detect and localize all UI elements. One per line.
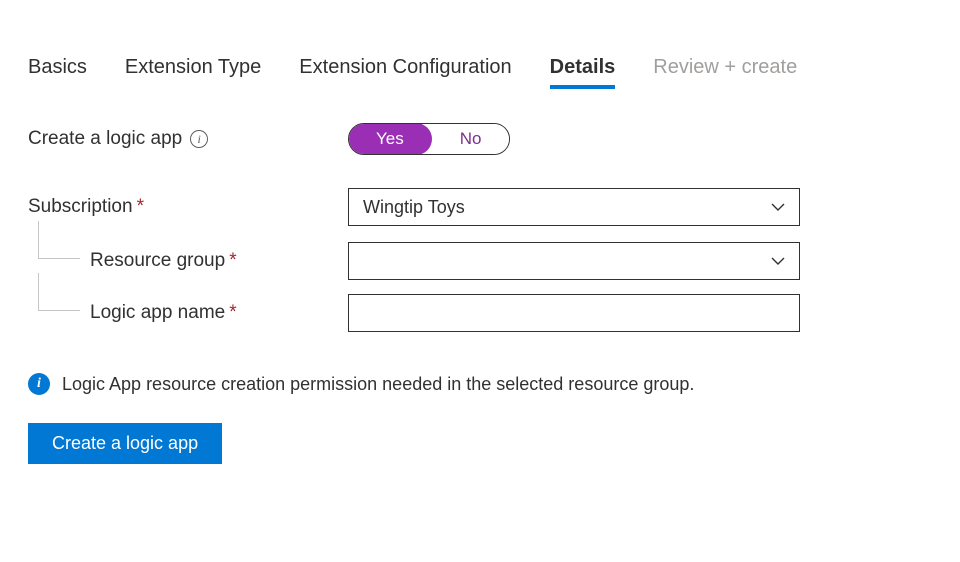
tab-basics[interactable]: Basics bbox=[28, 55, 87, 89]
info-message-bar: i Logic App resource creation permission… bbox=[28, 373, 932, 395]
dropdown-subscription[interactable]: Wingtip Toys bbox=[348, 188, 800, 226]
required-asterisk: * bbox=[137, 196, 144, 217]
create-logic-app-button[interactable]: Create a logic app bbox=[28, 423, 222, 464]
dropdown-resource-group[interactable] bbox=[348, 242, 800, 280]
row-subscription: Subscription* Wingtip Toys bbox=[28, 187, 932, 227]
required-asterisk: * bbox=[229, 250, 236, 271]
row-logic-app-name: Logic app name* bbox=[28, 293, 932, 333]
tab-extension-configuration[interactable]: Extension Configuration bbox=[299, 55, 511, 89]
tab-bar: Basics Extension Type Extension Configur… bbox=[28, 55, 932, 89]
tab-review-create[interactable]: Review + create bbox=[653, 55, 797, 89]
row-resource-group: Resource group* bbox=[28, 241, 932, 281]
tab-extension-type[interactable]: Extension Type bbox=[125, 55, 261, 89]
toggle-no[interactable]: No bbox=[432, 124, 510, 154]
tree-connector bbox=[38, 293, 90, 333]
tab-details[interactable]: Details bbox=[550, 55, 616, 89]
chevron-down-icon bbox=[771, 253, 785, 269]
info-icon[interactable]: i bbox=[190, 130, 208, 148]
label-subscription: Subscription* bbox=[28, 196, 348, 218]
chevron-down-icon bbox=[771, 199, 785, 215]
info-icon: i bbox=[28, 373, 50, 395]
label-create-logic-app: Create a logic app i bbox=[28, 128, 348, 150]
tree-connector bbox=[38, 241, 90, 281]
info-message-text: Logic App resource creation permission n… bbox=[62, 374, 694, 395]
required-asterisk: * bbox=[229, 302, 236, 323]
label-logic-app-name: Logic app name* bbox=[90, 302, 348, 324]
label-resource-group: Resource group* bbox=[90, 250, 348, 272]
dropdown-value: Wingtip Toys bbox=[363, 197, 465, 218]
label-text: Create a logic app bbox=[28, 128, 182, 150]
label-text: Resource group* bbox=[90, 250, 237, 272]
label-text: Subscription* bbox=[28, 196, 144, 218]
label-text: Logic app name* bbox=[90, 302, 237, 324]
row-create-logic-app: Create a logic app i Yes No bbox=[28, 119, 932, 159]
toggle-yes[interactable]: Yes bbox=[348, 123, 432, 155]
toggle-create-logic-app[interactable]: Yes No bbox=[348, 123, 510, 155]
input-logic-app-name[interactable] bbox=[348, 294, 800, 332]
